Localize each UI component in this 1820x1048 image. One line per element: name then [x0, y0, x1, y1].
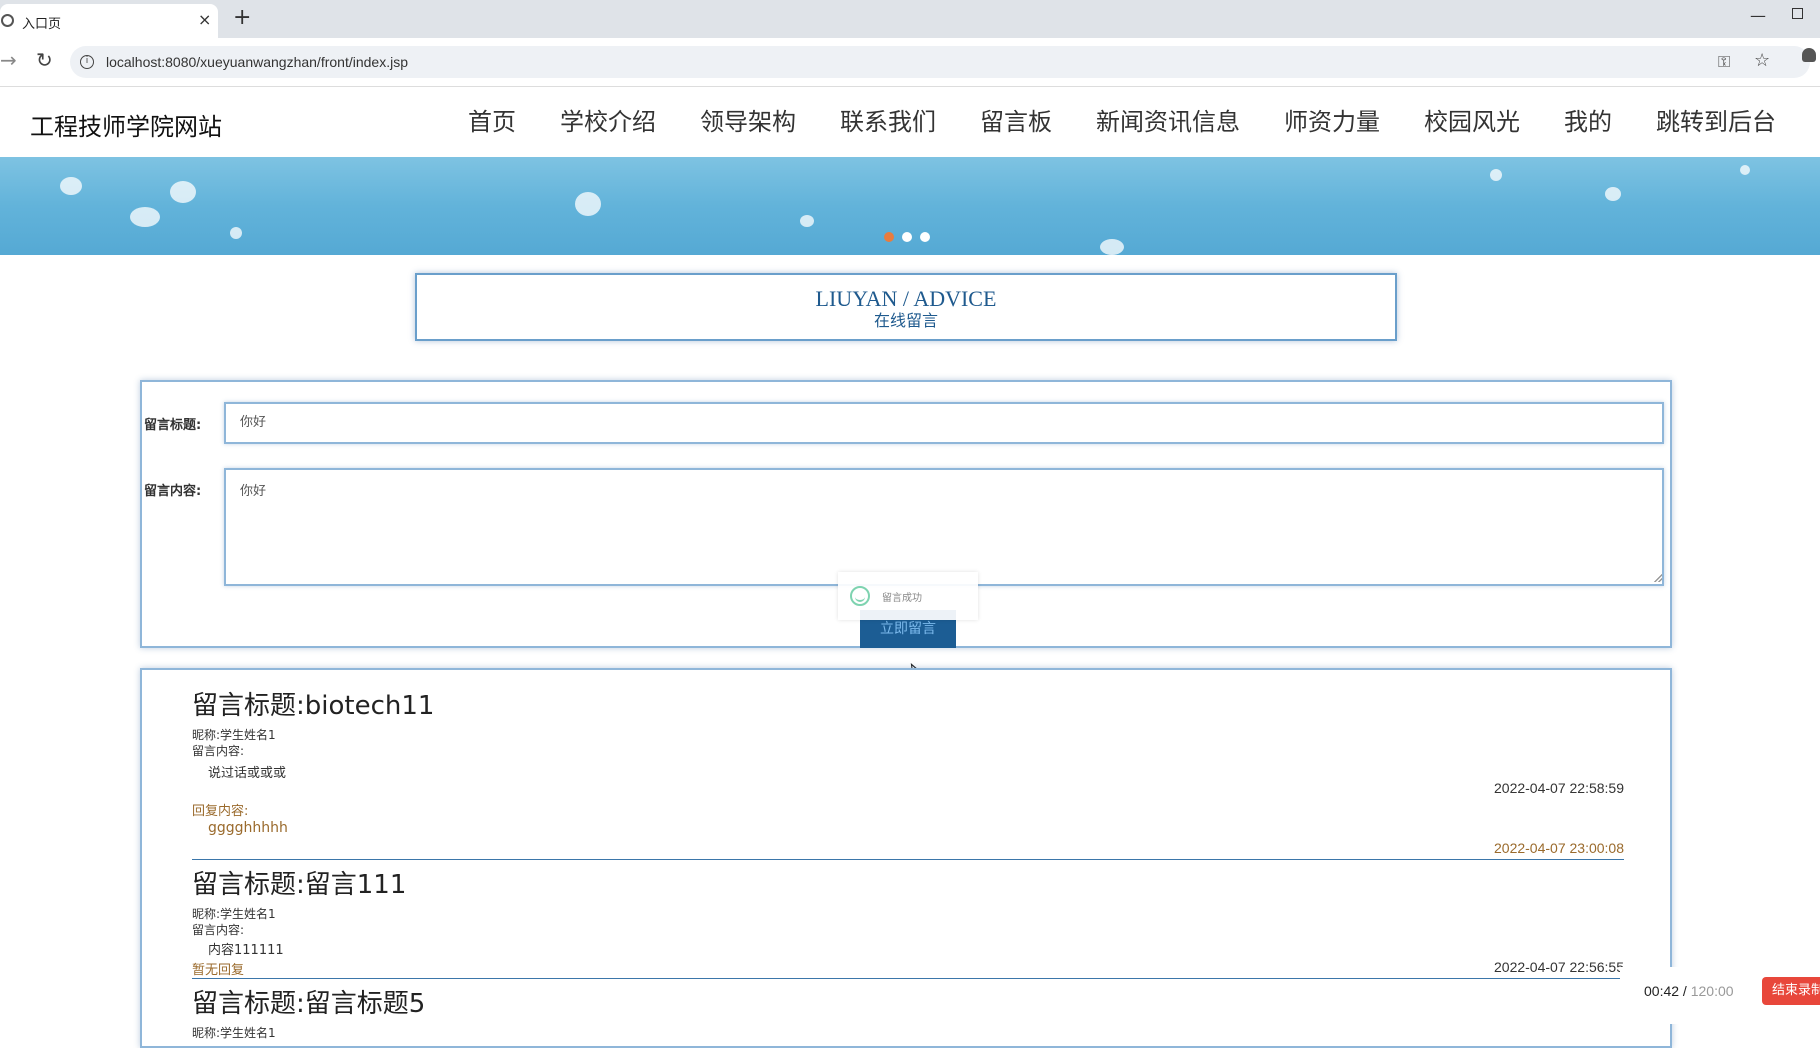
message-content-label: 留言内容:	[192, 923, 245, 937]
browser-tab-bar: 入口页 × + —	[0, 0, 1820, 38]
message-time: 2022-04-07 22:58:59	[1494, 780, 1624, 796]
message-title: 留言标题:biotech11	[192, 691, 435, 721]
reload-icon[interactable]: ↻	[36, 48, 53, 72]
stop-recording-button[interactable]: 结束录制	[1762, 977, 1820, 1005]
carousel-dot-3[interactable]	[920, 232, 930, 242]
globe-icon	[1, 14, 14, 27]
success-toast: 留言成功	[838, 572, 978, 620]
banner-decoration	[60, 177, 82, 195]
close-icon[interactable]: ×	[198, 10, 211, 29]
recording-timer: 00:42 / 120:00	[1644, 983, 1734, 999]
total-time: 120:00	[1690, 983, 1734, 999]
nav-leadership[interactable]: 领导架构	[700, 87, 796, 157]
banner-decoration	[1490, 169, 1502, 181]
content-textarea[interactable]: 你好	[224, 468, 1664, 586]
list-item: 留言标题:留言111 昵称:学生姓名1 留言内容: 内容111111 暂无回复 …	[192, 869, 1624, 981]
carousel-dots	[884, 227, 938, 246]
resize-handle[interactable]	[1654, 574, 1662, 582]
message-title: 留言标题:留言111	[192, 870, 407, 900]
message-list: 留言标题:biotech11 昵称:学生姓名1 留言内容: 说过话或或或 202…	[140, 668, 1672, 1048]
banner-decoration	[230, 227, 242, 239]
key-icon[interactable]: ⚿	[1718, 52, 1730, 72]
carousel-dot-2[interactable]	[902, 232, 912, 242]
no-reply-label: 暂无回复	[192, 963, 245, 978]
carousel-dot-1[interactable]	[884, 232, 894, 242]
banner-decoration	[1605, 187, 1621, 201]
address-bar[interactable]: i localhost:8080/xueyuanwangzhan/front/i…	[70, 46, 1810, 78]
message-nickname: 昵称:学生姓名1	[192, 907, 276, 921]
title-label: 留言标题:	[144, 418, 202, 433]
content-label: 留言内容:	[144, 484, 202, 499]
site-header: 工程技师学院网站 首页 学校介绍 领导架构 联系我们 留言板 新闻资讯信息 师资力量 校园风光…	[0, 87, 1820, 157]
banner-decoration	[170, 181, 196, 203]
message-content-label: 留言内容:	[192, 744, 245, 758]
banner-decoration	[1100, 239, 1124, 255]
profile-icon[interactable]	[1802, 48, 1816, 62]
banner-decoration	[130, 207, 160, 227]
section-title-box: LIUYAN / ADVICE 在线留言	[415, 273, 1397, 341]
message-content: 内容111111	[208, 943, 284, 958]
main-nav: 首页 学校介绍 领导架构 联系我们 留言板 新闻资讯信息 师资力量 校园风光 我的 跳转到后台	[468, 87, 1820, 157]
message-content: 说过话或或或	[208, 766, 287, 781]
message-title: 留言标题:留言标题5	[192, 989, 426, 1019]
nav-message-board[interactable]: 留言板	[980, 87, 1052, 157]
elapsed-time: 00:42	[1644, 983, 1680, 999]
info-icon[interactable]: i	[80, 55, 94, 69]
nav-school-intro[interactable]: 学校介绍	[560, 87, 656, 157]
site-logo[interactable]: 工程技师学院网站	[30, 107, 222, 142]
list-item: 留言标题:biotech11 昵称:学生姓名1 留言内容: 说过话或或或 202…	[192, 690, 1624, 856]
divider	[192, 859, 1624, 860]
nav-home[interactable]: 首页	[468, 87, 516, 157]
nav-faculty[interactable]: 师资力量	[1284, 87, 1380, 157]
banner-decoration	[800, 215, 814, 227]
url-text[interactable]: localhost:8080/xueyuanwangzhan/front/ind…	[106, 54, 408, 70]
message-nickname: 昵称:学生姓名1	[192, 728, 276, 742]
section-title-en: LIUYAN / ADVICE	[815, 286, 997, 311]
new-tab-button[interactable]: +	[233, 5, 251, 30]
section-title-cn: 在线留言	[873, 311, 938, 330]
restore-icon[interactable]	[1792, 8, 1803, 19]
forward-icon[interactable]: →	[0, 48, 17, 72]
list-item: 留言标题:留言标题5 昵称:学生姓名1	[192, 988, 1624, 1046]
bookmark-star-icon[interactable]: ☆	[1754, 50, 1770, 71]
nav-campus[interactable]: 校园风光	[1424, 87, 1520, 157]
nav-news[interactable]: 新闻资讯信息	[1096, 87, 1240, 157]
banner-decoration	[575, 192, 601, 216]
divider	[192, 978, 1624, 979]
reply-time: 2022-04-07 23:00:08	[1494, 840, 1624, 856]
message-nickname: 昵称:学生姓名1	[192, 1026, 276, 1040]
banner-decoration	[1740, 165, 1750, 175]
smile-icon	[850, 586, 870, 606]
toast-text: 留言成功	[882, 593, 922, 604]
title-input[interactable]: 你好	[224, 402, 1664, 444]
message-time: 2022-04-07 22:56:55	[1494, 959, 1624, 975]
address-bar-row: → ↻ i localhost:8080/xueyuanwangzhan/fro…	[0, 38, 1820, 87]
banner-carousel[interactable]	[0, 157, 1820, 255]
nav-mine[interactable]: 我的	[1564, 87, 1612, 157]
reply-content: gggghhhhh	[208, 820, 288, 836]
reply-label: 回复内容:	[192, 804, 249, 819]
nav-admin[interactable]: 跳转到后台	[1656, 87, 1776, 157]
minimize-icon[interactable]: —	[1750, 6, 1766, 25]
browser-tab[interactable]: 入口页 ×	[0, 4, 218, 38]
recording-bar: 00:42 / 120:00 结束录制	[1620, 967, 1820, 1024]
tab-title: 入口页	[22, 17, 62, 32]
nav-contact[interactable]: 联系我们	[840, 87, 936, 157]
message-form: 留言标题: 你好 留言内容: 你好 立即留言 留言成功	[140, 380, 1672, 648]
time-separator: /	[1679, 983, 1691, 999]
